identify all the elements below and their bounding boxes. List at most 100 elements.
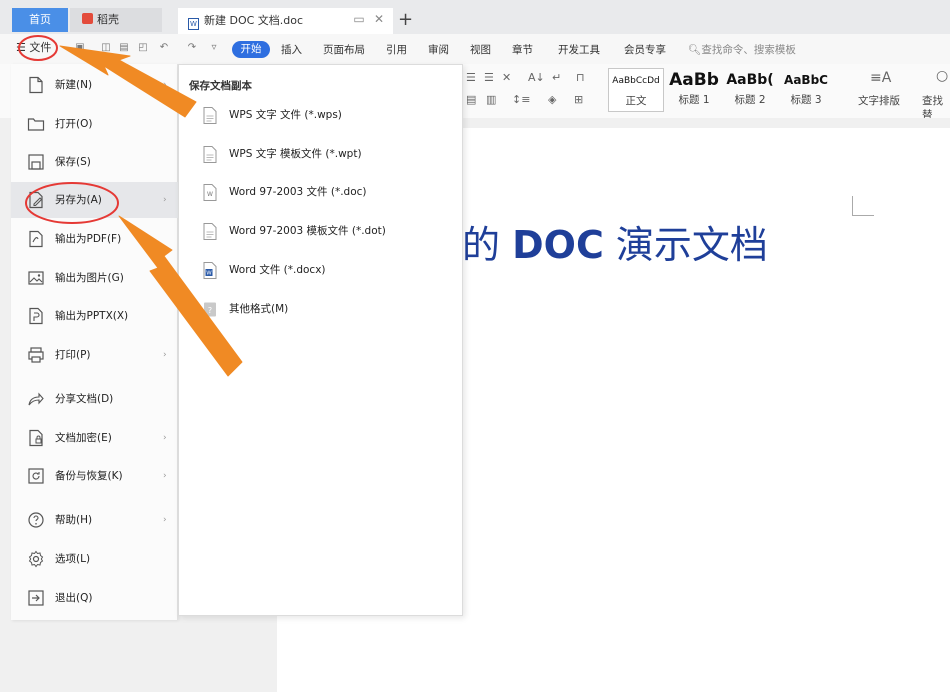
file-menu-label-export-image: 输出为图片(G) bbox=[55, 272, 124, 284]
file-menu-item-exit[interactable]: 退出(Q) bbox=[11, 580, 178, 616]
tab-docer[interactable]: 稻壳 bbox=[70, 8, 162, 32]
indent-decrease-icon[interactable]: ☰ bbox=[466, 72, 476, 84]
chevron-right-icon: › bbox=[163, 80, 167, 90]
command-search[interactable]: 🔍︎查找命令、搜索模板 bbox=[688, 43, 796, 57]
tab-view[interactable]: 视图 bbox=[470, 43, 491, 57]
tab-references[interactable]: 引用 bbox=[386, 43, 407, 57]
shading-icon[interactable]: ◈ bbox=[548, 94, 556, 106]
save-as-dot-label: Word 97-2003 模板文件 (*.dot) bbox=[229, 225, 386, 237]
file-menu-label-export-pdf: 输出为PDF(F) bbox=[55, 233, 122, 245]
tab-home[interactable]: 首页 bbox=[12, 8, 68, 32]
save-as-docx[interactable]: W Word 文件 (*.docx) bbox=[179, 252, 462, 288]
chevron-right-icon: › bbox=[163, 195, 167, 205]
preview-quick-icon[interactable]: ◰ bbox=[137, 42, 149, 54]
page-margin-corner bbox=[852, 196, 874, 216]
tab-docer-label: 稻壳 bbox=[97, 13, 119, 26]
text-layout-label[interactable]: 文字排版 bbox=[858, 94, 900, 108]
new-file-icon bbox=[29, 76, 43, 94]
file-menu-item-share[interactable]: 分享文档(D) bbox=[11, 381, 178, 417]
file-menu-label-options: 选项(L) bbox=[55, 553, 91, 565]
export-pptx-icon bbox=[29, 307, 43, 325]
clear-format-icon[interactable]: ✕ bbox=[502, 72, 511, 84]
tab-review[interactable]: 审阅 bbox=[428, 43, 449, 57]
save-as-doc-label: Word 97-2003 文件 (*.doc) bbox=[229, 186, 367, 198]
sort-icon[interactable]: A↓ bbox=[528, 72, 545, 84]
indent-increase-icon[interactable]: ☰ bbox=[484, 72, 494, 84]
export-quick-icon[interactable]: ◫ bbox=[100, 42, 112, 54]
tab-page-layout[interactable]: 页面布局 bbox=[323, 43, 365, 57]
file-menu-item-save-as[interactable]: 另存为(A) › bbox=[11, 182, 178, 218]
file-menu-item-export-image[interactable]: 输出为图片(G) bbox=[11, 260, 178, 296]
file-menu-item-open[interactable]: 打开(O) bbox=[11, 106, 178, 142]
file-menu-item-print[interactable]: 打印(P) › bbox=[11, 337, 178, 373]
command-search-placeholder: 查找命令、搜索模板 bbox=[701, 44, 796, 56]
align-justify-icon[interactable]: ▤ bbox=[466, 94, 476, 106]
file-menu-label-new: 新建(N) bbox=[55, 79, 93, 91]
find-replace-icon[interactable]: ○ bbox=[936, 69, 948, 83]
svg-text:W: W bbox=[206, 271, 212, 277]
document-title-text[interactable]: 的 DOC 演示文档 bbox=[462, 222, 768, 268]
style-heading-3[interactable]: AaBbC 标题 3 bbox=[778, 68, 834, 112]
file-menu-button[interactable]: ☰ 文件 bbox=[16, 40, 51, 56]
options-gear-icon bbox=[28, 550, 44, 568]
folder-open-icon bbox=[27, 118, 45, 131]
file-menu-label-save-as: 另存为(A) bbox=[55, 194, 102, 206]
file-menu-label-help: 帮助(H) bbox=[55, 514, 93, 526]
line-spacing-icon[interactable]: ↕≡ bbox=[512, 94, 530, 106]
save-as-docx-label: Word 文件 (*.docx) bbox=[229, 264, 326, 276]
file-menu-item-new[interactable]: 新建(N) › bbox=[11, 67, 178, 103]
tab-start[interactable]: 开始 bbox=[232, 41, 270, 58]
file-menu-item-export-pdf[interactable]: 输出为PDF(F) bbox=[11, 221, 178, 257]
style-heading-2-label: 标题 2 bbox=[734, 94, 766, 106]
tab-insert[interactable]: 插入 bbox=[281, 43, 302, 57]
save-icon bbox=[28, 154, 44, 170]
print-quick-icon[interactable]: ▤ bbox=[118, 42, 130, 54]
style-normal[interactable]: AaBbCcDd 正文 bbox=[608, 68, 664, 112]
redo-icon[interactable]: ↷ bbox=[186, 42, 198, 54]
file-menu-item-help[interactable]: 帮助(H) › bbox=[11, 502, 178, 538]
undo-icon[interactable]: ↶ bbox=[158, 42, 170, 54]
style-heading-2[interactable]: AaBb( 标题 2 bbox=[722, 68, 778, 112]
save-quick-icon[interactable]: ▣ bbox=[74, 42, 86, 54]
file-menu-item-export-pptx[interactable]: 输出为PPTX(X) bbox=[11, 298, 178, 334]
save-as-other-format[interactable]: ? 其他格式(M) bbox=[179, 291, 462, 327]
doc-title-bold: DOC bbox=[512, 223, 604, 267]
other-format-icon: ? bbox=[204, 302, 216, 317]
ruler-icon[interactable]: ⊓ bbox=[576, 72, 585, 84]
show-marks-icon[interactable]: ↵ bbox=[552, 72, 561, 84]
tab-restore-icon[interactable]: ▭ bbox=[352, 12, 366, 26]
search-icon: 🔍︎ bbox=[688, 44, 702, 56]
file-menu-label-encrypt: 文档加密(E) bbox=[55, 432, 112, 444]
export-image-icon bbox=[28, 271, 44, 285]
customize-quick-access-icon[interactable]: ▿ bbox=[208, 42, 220, 54]
help-icon bbox=[28, 512, 44, 528]
svg-text:W: W bbox=[207, 191, 213, 198]
style-normal-preview: AaBbCcDd bbox=[612, 76, 660, 86]
style-heading-3-preview: AaBbC bbox=[784, 73, 828, 87]
save-as-wps-label: WPS 文字 文件 (*.wps) bbox=[229, 109, 342, 121]
word-doc-icon: W bbox=[203, 184, 217, 201]
save-as-submenu: 保存文档副本 WPS 文字 文件 (*.wps) WPS 文字 模板文件 (*.… bbox=[178, 64, 463, 616]
new-tab-button[interactable]: + bbox=[398, 8, 413, 32]
file-menu-item-save[interactable]: 保存(S) bbox=[11, 144, 178, 180]
border-icon[interactable]: ⊞ bbox=[574, 94, 583, 106]
word-doc-icon: W bbox=[188, 18, 199, 30]
save-as-dot[interactable]: Word 97-2003 模板文件 (*.dot) bbox=[179, 213, 462, 249]
save-as-icon bbox=[29, 191, 43, 209]
tab-developer[interactable]: 开发工具 bbox=[558, 43, 600, 57]
text-layout-icon[interactable]: ≡A bbox=[870, 71, 891, 85]
doc-title-part1: 的 bbox=[462, 223, 513, 267]
save-as-wpt[interactable]: WPS 文字 模板文件 (*.wpt) bbox=[179, 136, 462, 172]
save-as-other-format-label: 其他格式(M) bbox=[229, 303, 289, 315]
file-menu-item-options[interactable]: 选项(L) bbox=[11, 541, 178, 577]
backup-icon bbox=[28, 468, 44, 484]
distributed-align-icon[interactable]: ▥ bbox=[486, 94, 496, 106]
tab-member[interactable]: 会员专享 bbox=[624, 43, 666, 57]
save-as-doc[interactable]: W Word 97-2003 文件 (*.doc) bbox=[179, 174, 462, 210]
tab-close-icon[interactable]: ✕ bbox=[372, 12, 386, 26]
file-menu-item-backup[interactable]: 备份与恢复(K) › bbox=[11, 458, 178, 494]
file-menu-item-encrypt[interactable]: 文档加密(E) › bbox=[11, 420, 178, 456]
tab-section[interactable]: 章节 bbox=[512, 43, 533, 57]
save-as-wps[interactable]: WPS 文字 文件 (*.wps) bbox=[179, 97, 462, 133]
style-heading-1[interactable]: AaBb 标题 1 bbox=[666, 68, 722, 112]
